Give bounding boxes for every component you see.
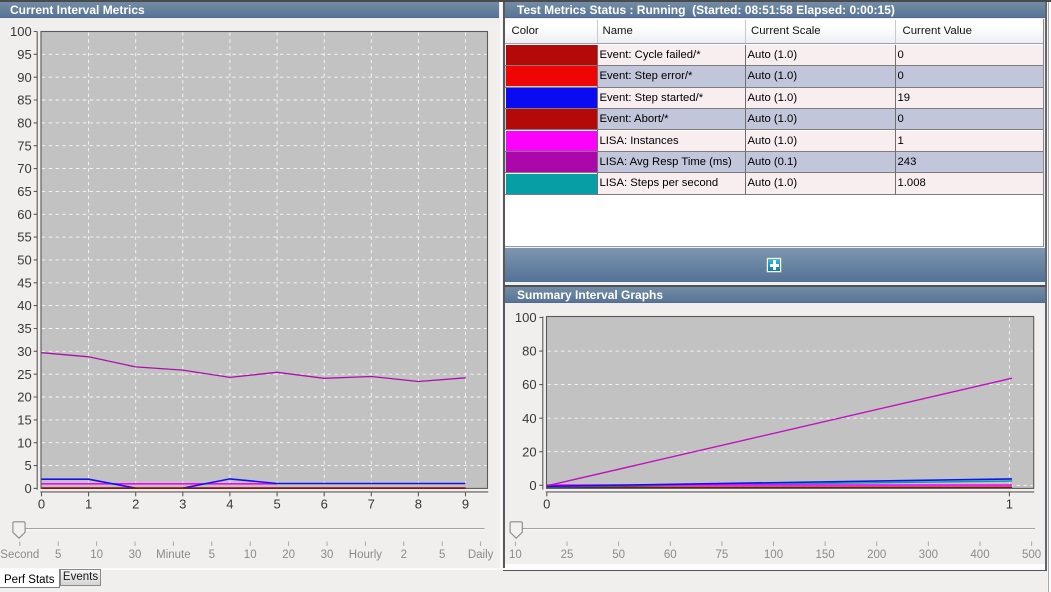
svg-text:20: 20	[282, 549, 295, 561]
svg-text:70: 70	[17, 161, 31, 176]
svg-text:75: 75	[17, 138, 31, 153]
svg-text:100: 100	[10, 24, 32, 39]
svg-text:25: 25	[17, 367, 31, 382]
svg-text:2: 2	[401, 549, 407, 561]
svg-text:20: 20	[522, 444, 536, 459]
svg-text:30: 30	[17, 344, 31, 359]
svg-text:0: 0	[24, 481, 31, 496]
svg-text:100: 100	[515, 310, 537, 325]
svg-text:150: 150	[816, 549, 835, 561]
svg-text:85: 85	[17, 93, 31, 108]
svg-text:5: 5	[439, 549, 445, 561]
svg-text:4: 4	[226, 496, 233, 511]
svg-text:60: 60	[17, 207, 31, 222]
svg-text:1: 1	[85, 496, 92, 511]
svg-text:40: 40	[522, 411, 536, 426]
svg-text:Daily: Daily	[468, 549, 494, 561]
svg-text:20: 20	[17, 390, 31, 405]
svg-text:50: 50	[17, 253, 31, 268]
svg-text:0: 0	[529, 478, 536, 493]
svg-text:8: 8	[415, 496, 422, 511]
svg-text:15: 15	[17, 413, 31, 428]
svg-text:7: 7	[368, 496, 375, 511]
svg-text:3: 3	[179, 496, 186, 511]
svg-text:2: 2	[132, 496, 139, 511]
svg-text:1: 1	[1006, 496, 1013, 511]
svg-text:80: 80	[17, 116, 31, 131]
svg-text:Hourly: Hourly	[349, 549, 382, 561]
svg-text:6: 6	[321, 496, 328, 511]
svg-text:9: 9	[462, 496, 469, 511]
svg-text:5: 5	[209, 549, 215, 561]
svg-text:200: 200	[867, 549, 886, 561]
svg-text:60: 60	[522, 377, 536, 392]
svg-text:10: 10	[17, 435, 31, 450]
svg-text:5: 5	[24, 458, 31, 473]
svg-text:50: 50	[612, 549, 625, 561]
svg-text:45: 45	[17, 275, 31, 290]
svg-text:100: 100	[764, 549, 783, 561]
svg-text:500: 500	[1022, 549, 1041, 561]
svg-text:5: 5	[273, 496, 280, 511]
svg-text:0: 0	[543, 496, 550, 511]
svg-text:95: 95	[17, 47, 31, 62]
svg-text:90: 90	[17, 70, 31, 85]
svg-text:300: 300	[919, 549, 938, 561]
svg-text:30: 30	[129, 549, 142, 561]
svg-text:55: 55	[17, 230, 31, 245]
svg-text:65: 65	[17, 184, 31, 199]
svg-text:25: 25	[561, 549, 574, 561]
svg-text:80: 80	[522, 344, 536, 359]
svg-text:60: 60	[664, 549, 677, 561]
svg-text:0: 0	[38, 496, 45, 511]
svg-text:30: 30	[321, 549, 334, 561]
svg-text:35: 35	[17, 321, 31, 336]
svg-text:Second: Second	[0, 549, 39, 561]
svg-text:75: 75	[716, 549, 729, 561]
svg-text:5: 5	[55, 549, 61, 561]
svg-text:400: 400	[970, 549, 989, 561]
svg-text:10: 10	[244, 549, 257, 561]
svg-text:40: 40	[17, 298, 31, 313]
svg-text:Minute: Minute	[156, 549, 191, 561]
svg-text:10: 10	[509, 549, 522, 561]
svg-text:10: 10	[90, 549, 103, 561]
